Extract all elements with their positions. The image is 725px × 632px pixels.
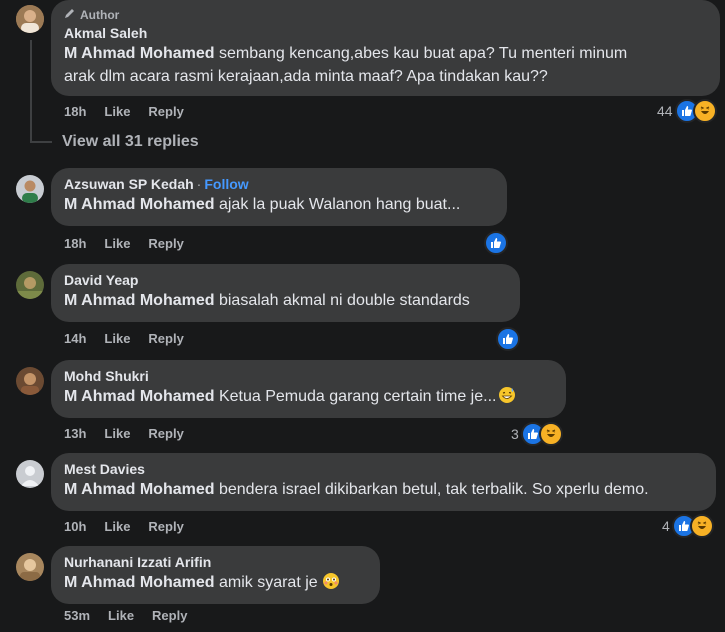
- comment-actions: 53m Like Reply: [64, 608, 187, 623]
- avatar[interactable]: [16, 271, 44, 299]
- comment-actions: 18h Like Reply: [64, 236, 184, 251]
- timestamp[interactable]: 14h: [64, 331, 86, 346]
- avatar[interactable]: [16, 553, 44, 581]
- like-button[interactable]: Like: [104, 426, 130, 441]
- avatar[interactable]: [16, 367, 44, 395]
- thread-line: [30, 40, 32, 143]
- reply-button[interactable]: Reply: [148, 104, 183, 119]
- comment-actions: 13h Like Reply: [64, 426, 184, 441]
- thread-line-branch: [30, 141, 52, 143]
- reaction-count: 3: [511, 426, 519, 442]
- like-button[interactable]: Like: [104, 331, 130, 346]
- view-replies-link[interactable]: View all 31 replies: [62, 133, 199, 151]
- reaction-summary[interactable]: [496, 327, 520, 351]
- reply-button[interactable]: Reply: [148, 519, 183, 534]
- comment-text: M Ahmad Mohamed sembang kencang,abes kau…: [64, 45, 628, 62]
- mention-link[interactable]: M Ahmad Mohamed: [64, 481, 215, 498]
- haha-reaction-icon: [689, 514, 714, 538]
- commenter-name[interactable]: Akmal Saleh: [64, 24, 707, 42]
- comment-actions: 18h Like Reply: [64, 104, 184, 119]
- comment-bubble: David Yeap M Ahmad Mohamed biasalah akma…: [51, 264, 520, 322]
- timestamp[interactable]: 10h: [64, 519, 86, 534]
- comment-bubble: Mohd Shukri M Ahmad Mohamed Ketua Pemuda…: [51, 360, 566, 418]
- reaction-summary[interactable]: 44: [657, 99, 717, 123]
- reply-button[interactable]: Reply: [148, 426, 183, 441]
- comment-text: M Ahmad Mohamed ajak la puak Walanon han…: [64, 196, 461, 213]
- author-badge-label: Author: [80, 7, 120, 22]
- comment-text: M Ahmad Mohamed biasalah akmal ni double…: [64, 292, 470, 309]
- like-button[interactable]: Like: [108, 608, 134, 623]
- reply-button[interactable]: Reply: [148, 236, 183, 251]
- timestamp[interactable]: 53m: [64, 608, 90, 623]
- like-button[interactable]: Like: [104, 519, 130, 534]
- comment-bubble: Author Akmal Saleh M Ahmad Mohamed semba…: [51, 0, 720, 96]
- pencil-icon: [64, 7, 76, 22]
- comment-text: M Ahmad Mohamed Ketua Pemuda garang cert…: [64, 385, 553, 411]
- comment-text-line2: arak dlm acara rasmi kerajaan,ada minta …: [64, 68, 548, 85]
- reaction-summary[interactable]: 3: [511, 422, 563, 446]
- comments-panel: Author Akmal Saleh M Ahmad Mohamed semba…: [0, 0, 725, 632]
- commenter-name[interactable]: Azsuwan SP Kedah: [64, 176, 194, 192]
- mention-link[interactable]: M Ahmad Mohamed: [64, 45, 215, 62]
- commenter-name[interactable]: Nurhanani Izzati Arifin: [64, 553, 367, 571]
- like-reaction-icon: [496, 327, 520, 351]
- avatar[interactable]: [16, 175, 44, 203]
- mention-link[interactable]: M Ahmad Mohamed: [64, 196, 215, 213]
- flushed-emoji-icon: [322, 572, 340, 597]
- comment-text: M Ahmad Mohamed amik syarat je: [64, 571, 367, 597]
- mention-link[interactable]: M Ahmad Mohamed: [64, 388, 215, 405]
- reaction-summary[interactable]: [484, 231, 508, 255]
- avatar[interactable]: [16, 460, 44, 488]
- comment-text: M Ahmad Mohamed bendera israel dikibarka…: [64, 481, 649, 498]
- grin-sweat-emoji-icon: [498, 386, 516, 411]
- reaction-count: 44: [657, 103, 673, 119]
- comment-bubble: Azsuwan SP Kedah · Follow M Ahmad Mohamed …: [51, 168, 507, 226]
- comment-actions: 14h Like Reply: [64, 331, 184, 346]
- reply-button[interactable]: Reply: [148, 331, 183, 346]
- comment-bubble: Nurhanani Izzati Arifin M Ahmad Mohamed …: [51, 546, 380, 604]
- commenter-name-row: Azsuwan SP Kedah · Follow: [64, 176, 249, 192]
- haha-reaction-icon: [692, 99, 717, 123]
- haha-reaction-icon: [538, 422, 563, 446]
- mention-link[interactable]: M Ahmad Mohamed: [64, 292, 215, 309]
- comment-bubble: Mest Davies M Ahmad Mohamed bendera isra…: [51, 453, 716, 511]
- mention-link[interactable]: M Ahmad Mohamed: [64, 574, 215, 591]
- timestamp[interactable]: 18h: [64, 104, 86, 119]
- commenter-name[interactable]: David Yeap: [64, 271, 507, 289]
- like-button[interactable]: Like: [104, 236, 130, 251]
- follow-button[interactable]: Follow: [204, 176, 248, 192]
- like-reaction-icon: [484, 231, 508, 255]
- reaction-summary[interactable]: 4: [662, 514, 714, 538]
- timestamp[interactable]: 18h: [64, 236, 86, 251]
- comment-actions: 10h Like Reply: [64, 519, 184, 534]
- author-badge: Author: [64, 7, 707, 22]
- timestamp[interactable]: 13h: [64, 426, 86, 441]
- reply-button[interactable]: Reply: [152, 608, 187, 623]
- commenter-name[interactable]: Mohd Shukri: [64, 367, 553, 385]
- like-button[interactable]: Like: [104, 104, 130, 119]
- commenter-name[interactable]: Mest Davies: [64, 460, 703, 478]
- avatar[interactable]: [16, 5, 44, 33]
- reaction-count: 4: [662, 518, 670, 534]
